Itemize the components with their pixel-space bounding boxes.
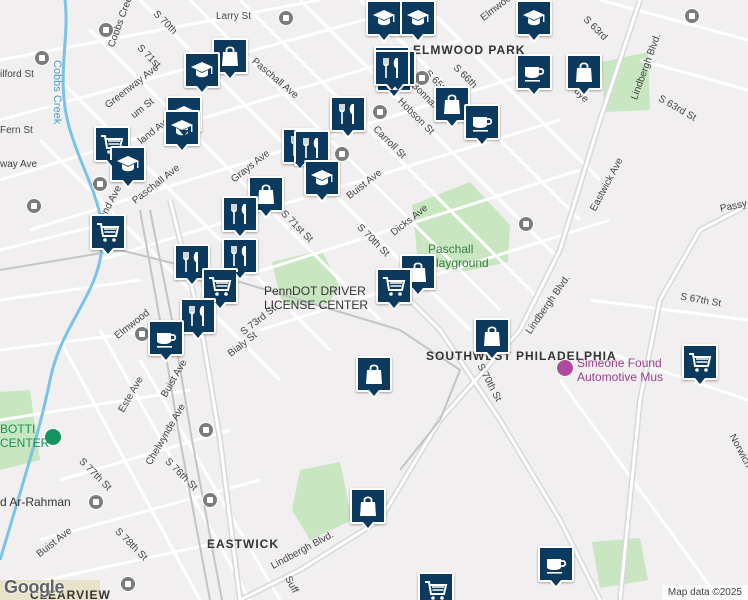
cafe-marker[interactable]: [148, 320, 184, 363]
grocery-icon: [208, 274, 232, 298]
shopping-icon: [362, 362, 386, 386]
transit-icon[interactable]: [198, 422, 214, 438]
creek-label: Cobbs Creek: [51, 60, 63, 125]
poi-botti-2: CENTER: [0, 436, 50, 450]
street-way: way Ave: [0, 159, 38, 170]
poi-simeone-2: Automotive Mus: [577, 370, 664, 384]
school-marker[interactable]: [184, 52, 220, 95]
map-attribution[interactable]: Map data ©2025: [661, 585, 748, 600]
poi-penndot-2: LICENSE CENTER: [264, 298, 369, 312]
transit-icon[interactable]: [518, 216, 534, 232]
place-gray-pin-icon[interactable]: [88, 494, 104, 510]
transit-icon[interactable]: [34, 50, 50, 66]
cafe-icon: [154, 326, 178, 350]
restaurant-icon: [228, 202, 252, 226]
grocery-marker[interactable]: [376, 268, 412, 311]
transit-icon[interactable]: [26, 198, 42, 214]
restaurant-icon: [300, 136, 324, 160]
shopping-marker[interactable]: [350, 488, 386, 531]
cafe-marker[interactable]: [516, 54, 552, 97]
shopping-marker[interactable]: [474, 318, 510, 361]
shopping-icon: [480, 324, 504, 348]
transit-icon[interactable]: [202, 492, 218, 508]
restaurant-marker[interactable]: [180, 298, 216, 341]
grocery-icon: [96, 220, 120, 244]
transit-icon[interactable]: [684, 8, 700, 24]
transit-icon[interactable]: [120, 576, 136, 592]
school-icon: [116, 152, 140, 176]
restaurant-icon: [380, 56, 404, 80]
restaurant-marker[interactable]: [222, 196, 258, 239]
school-icon: [190, 58, 214, 82]
restaurant-icon: [180, 250, 204, 274]
area-label-elmwood-park: ELMWOOD PARK: [413, 43, 526, 57]
poi-botti-1: BOTTI: [0, 422, 36, 436]
museum-icon[interactable]: [556, 359, 574, 377]
school-icon: [372, 6, 396, 30]
poi-simeone-1: Simeone Found: [577, 356, 662, 370]
map[interactable]: ELMWOOD PARK SOUTHWEST PHILADELPHIA EAST…: [0, 0, 748, 600]
school-marker[interactable]: [366, 0, 402, 43]
shopping-icon: [572, 60, 596, 84]
school-icon: [522, 6, 546, 30]
transit-icon[interactable]: [92, 176, 108, 192]
poi-penndot-1: PennDOT DRIVER: [264, 284, 366, 298]
restaurant-icon: [228, 244, 252, 268]
school-marker[interactable]: [164, 110, 200, 153]
cafe-marker[interactable]: [538, 546, 574, 589]
area-label-eastwick: EASTWICK: [207, 537, 279, 551]
cafe-icon: [522, 60, 546, 84]
cafe-marker[interactable]: [464, 104, 500, 147]
shopping-marker[interactable]: [356, 356, 392, 399]
school-icon: [406, 6, 430, 30]
shopping-icon: [356, 494, 380, 518]
street-larry: Larry St: [216, 11, 252, 22]
street-milford: ilford St: [0, 69, 34, 80]
restaurant-icon: [186, 304, 210, 328]
shopping-icon: [440, 92, 464, 116]
school-marker[interactable]: [516, 0, 552, 43]
shopping-marker[interactable]: [566, 54, 602, 97]
restaurant-icon: [336, 102, 360, 126]
grocery-marker[interactable]: [418, 572, 454, 600]
grocery-icon: [382, 274, 406, 298]
park-area-south: [292, 462, 352, 540]
school-icon: [170, 116, 194, 140]
school-marker[interactable]: [400, 0, 436, 43]
transit-icon[interactable]: [372, 104, 388, 120]
street-fern: Fern St: [0, 125, 33, 136]
cafe-icon: [544, 552, 568, 576]
poi-paschall-2: Playground: [428, 256, 489, 270]
grocery-marker[interactable]: [90, 214, 126, 257]
shopping-icon: [218, 44, 242, 68]
transit-icon[interactable]: [278, 10, 294, 26]
cafe-icon: [470, 110, 494, 134]
grocery-icon: [688, 350, 712, 374]
transit-icon[interactable]: [98, 22, 114, 38]
transit-icon[interactable]: [414, 70, 430, 86]
restaurant-marker[interactable]: [330, 96, 366, 139]
grocery-marker[interactable]: [682, 344, 718, 387]
grocery-icon: [424, 578, 448, 600]
google-logo: Google: [4, 577, 65, 597]
poi-rahman: d Ar-Rahman: [0, 495, 71, 509]
